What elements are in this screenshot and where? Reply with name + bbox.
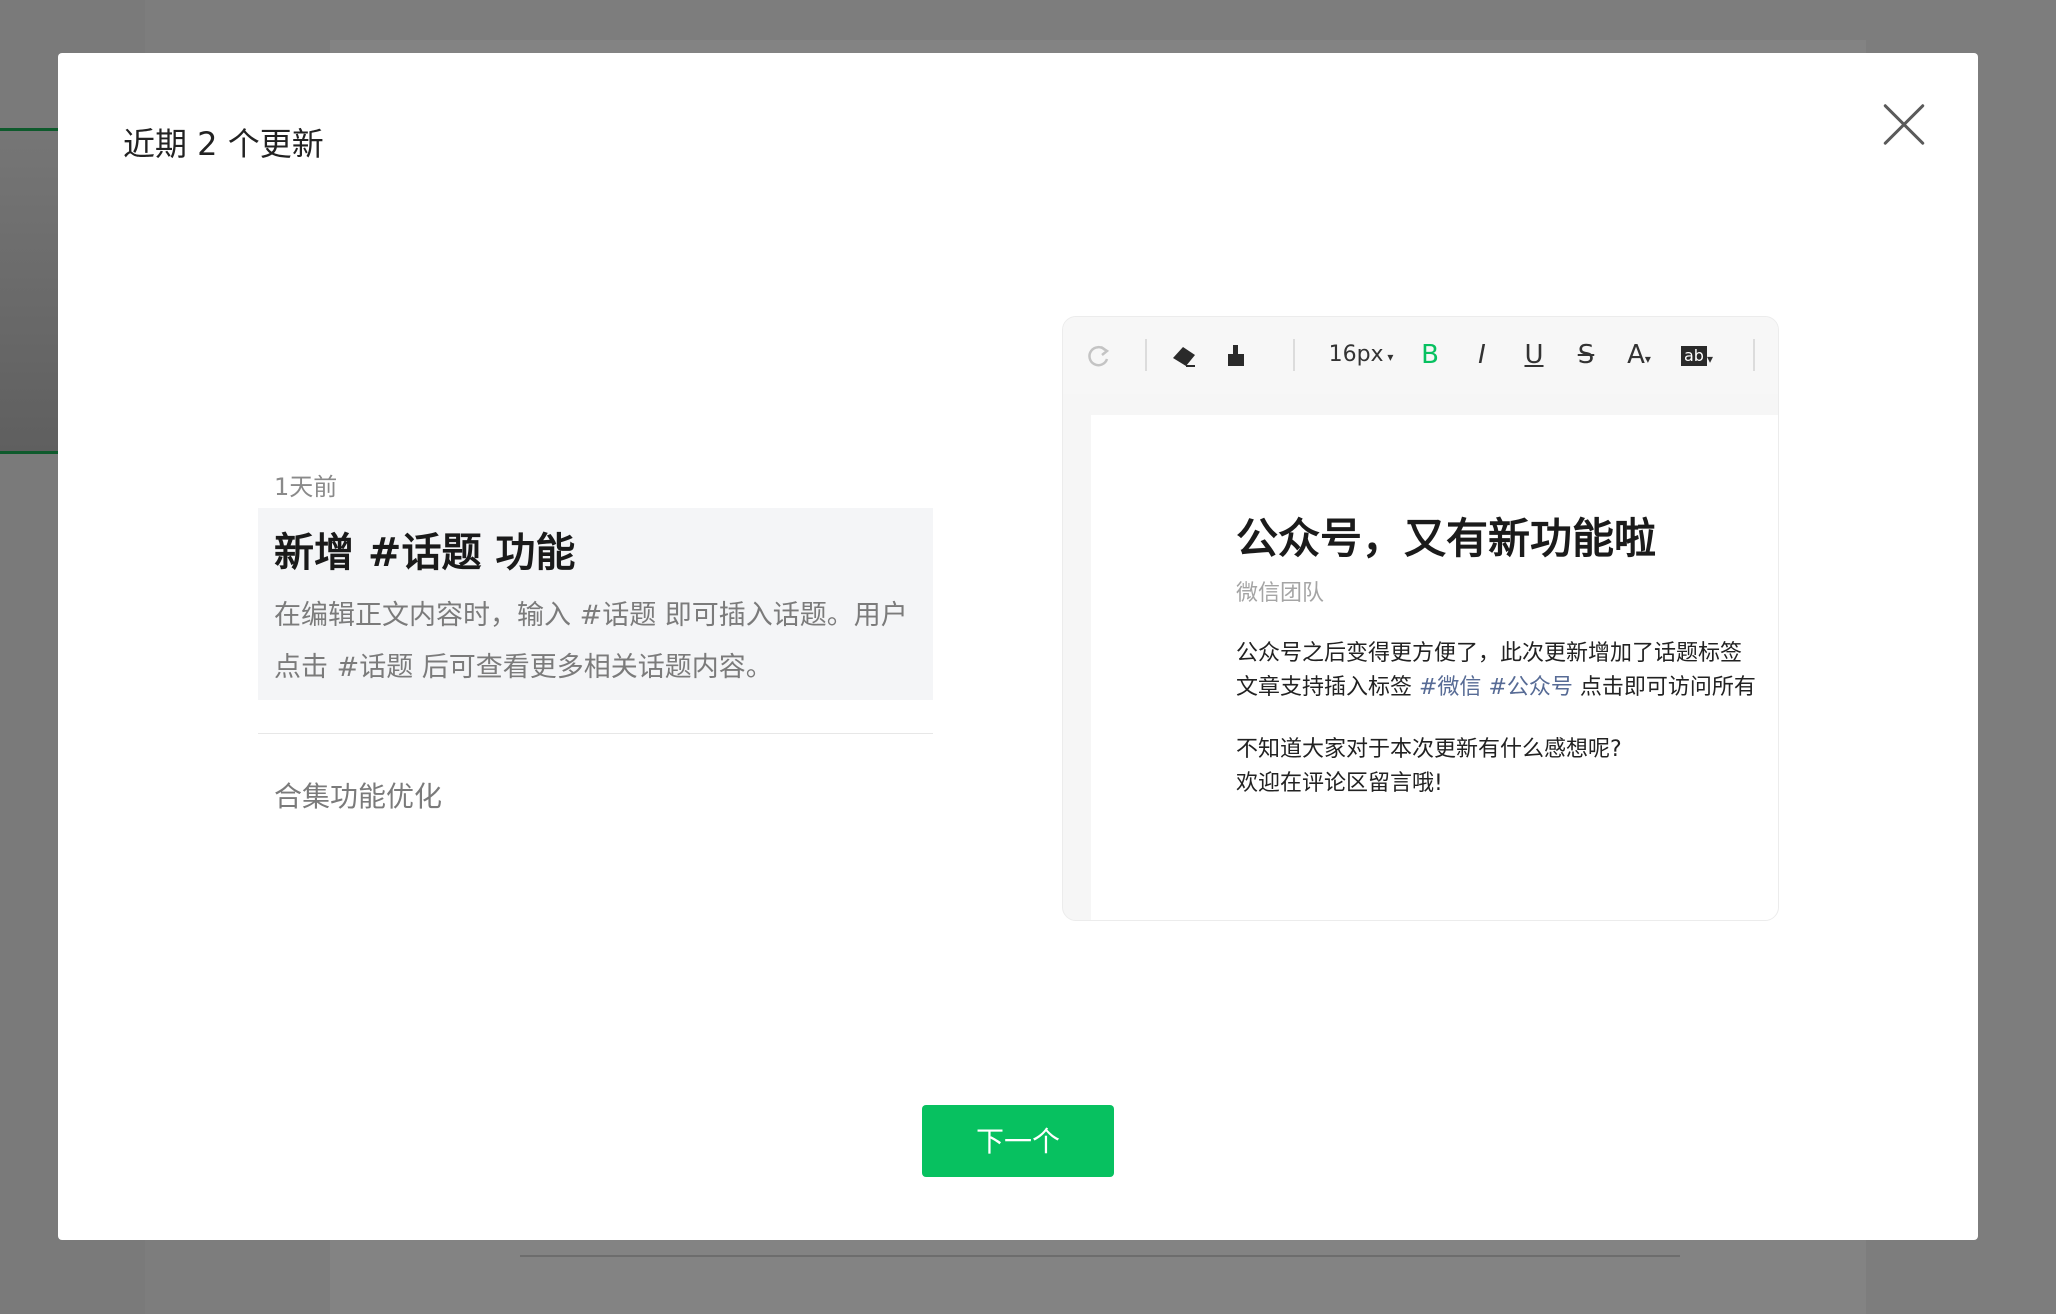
editor-document: 公众号，又有新功能啦 微信团队 公众号之后变得更方便了，此次更新增加了话题标签 … xyxy=(1091,415,1778,920)
article-paragraph-line: 欢迎在评论区留言哦! xyxy=(1236,771,1443,796)
list-divider xyxy=(258,733,933,734)
article-text: 文章支持插入标签 xyxy=(1236,675,1419,700)
topic-tag: #微信 xyxy=(1419,675,1482,700)
feature-preview: 16px ▾ B I U S A▾ ab ▾ 公众号，又有新功能啦 微信团队 公众… xyxy=(1062,316,1779,921)
update-title: 新增 #话题 功能 xyxy=(274,530,576,576)
strikethrough-button[interactable]: S xyxy=(1571,337,1601,373)
topic-tag: #公众号 xyxy=(1488,675,1573,700)
background-color-button[interactable]: ab ▾ xyxy=(1675,337,1719,373)
dialog-title: 近期 2 个更新 xyxy=(123,125,324,163)
article-text: 点击即可访问所有 xyxy=(1572,675,1756,700)
toolbar-separator xyxy=(1145,339,1147,371)
chevron-down-icon: ▾ xyxy=(1383,350,1394,364)
font-size-value: 16px xyxy=(1328,342,1384,367)
background-color-label: ab xyxy=(1681,345,1707,366)
toolbar-separator xyxy=(1293,339,1295,371)
article-author: 微信团队 xyxy=(1236,581,1325,606)
toolbar-separator xyxy=(1753,339,1755,371)
chevron-down-icon: ▾ xyxy=(1706,352,1713,366)
updates-dialog: 近期 2 个更新 1天前 新增 #话题 功能 在编辑正文内容时，输入 #话题 即… xyxy=(58,53,1978,1240)
format-painter-icon[interactable] xyxy=(1219,337,1253,373)
article-title: 公众号，又有新功能啦 xyxy=(1236,514,1657,563)
bold-button[interactable]: B xyxy=(1415,337,1445,373)
font-color-button[interactable]: A▾ xyxy=(1619,337,1659,373)
article-paragraph-line: 不知道大家对于本次更新有什么感想呢? xyxy=(1236,737,1622,762)
update-time: 1天前 xyxy=(274,473,338,501)
font-size-select[interactable]: 16px ▾ xyxy=(1325,337,1397,373)
italic-button[interactable]: I xyxy=(1467,337,1497,373)
underline-button[interactable]: U xyxy=(1519,337,1549,373)
article-paragraph-line: 公众号之后变得更方便了，此次更新增加了话题标签 xyxy=(1236,641,1743,666)
update-item-collection[interactable]: 合集功能优化 xyxy=(274,775,442,815)
article-paragraph-line: 文章支持插入标签 #微信 #公众号 点击即可访问所有 xyxy=(1236,671,1778,705)
close-icon[interactable] xyxy=(1880,101,1928,149)
redo-icon xyxy=(1081,337,1115,373)
update-item-topic[interactable]: 新增 #话题 功能 在编辑正文内容时，输入 #话题 即可插入话题。用户点击 #话… xyxy=(258,508,933,700)
next-button[interactable]: 下一个 xyxy=(922,1105,1114,1177)
chevron-down-icon: ▾ xyxy=(1644,352,1651,366)
eraser-icon[interactable] xyxy=(1167,337,1201,373)
update-description: 在编辑正文内容时，输入 #话题 即可插入话题。用户点击 #话题 后可查看更多相关… xyxy=(274,600,908,683)
font-color-label: A xyxy=(1627,340,1645,370)
background-divider xyxy=(520,1255,1680,1257)
editor-toolbar: 16px ▾ B I U S A▾ ab ▾ xyxy=(1063,317,1778,394)
